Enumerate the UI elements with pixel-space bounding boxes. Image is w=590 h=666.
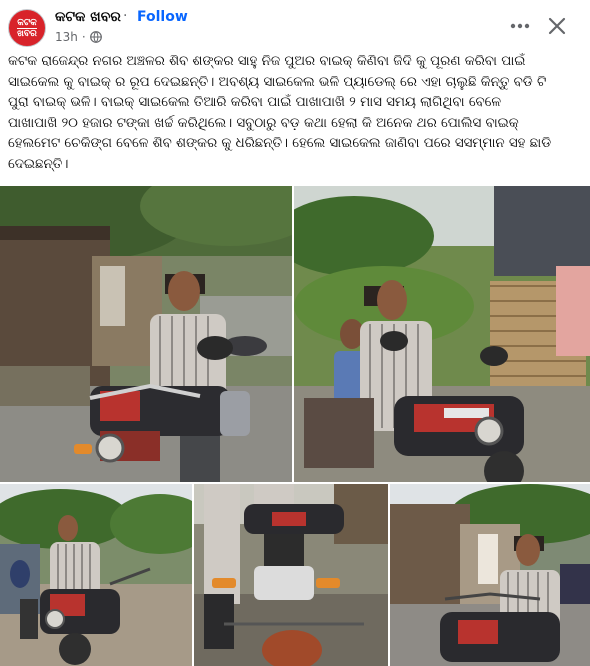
globe-icon xyxy=(89,31,102,43)
photo-2[interactable] xyxy=(294,186,590,482)
avatar-text-line1: କଟକ xyxy=(17,17,37,28)
post-card: କଟକ ଖବର କଟକ ଖବର · Follow 13h · କଟକ ରାଜେନ… xyxy=(0,0,590,666)
post-timestamp[interactable]: 13h xyxy=(55,30,78,44)
post-header: କଟକ ଖବର କଟକ ଖବର · Follow 13h · xyxy=(0,0,590,52)
post-meta: 13h · xyxy=(55,30,102,44)
close-button[interactable] xyxy=(543,12,571,40)
more-options-button[interactable] xyxy=(505,12,535,40)
photo-5[interactable] xyxy=(390,484,590,666)
post-text: କଟକ ରାଜେନ୍ଦ୍ର ନଗର ଅଞ୍ଚଳର ଶିବ ଶଙ୍କର ସାହୁ … xyxy=(8,54,552,172)
separator-dot: · xyxy=(123,8,128,24)
page-avatar[interactable]: କଟକ ଖବର xyxy=(8,9,46,47)
follow-button[interactable]: Follow xyxy=(137,9,188,25)
page-name-link[interactable]: କଟକ ଖବର xyxy=(55,9,121,25)
avatar-text-line2: ଖବର xyxy=(17,27,37,39)
more-horizontal-icon xyxy=(510,23,530,29)
photo-3[interactable] xyxy=(0,484,192,666)
close-icon xyxy=(548,17,566,35)
photo-4[interactable] xyxy=(194,484,388,666)
photo-1[interactable] xyxy=(0,186,292,482)
meta-separator: · xyxy=(81,30,86,44)
